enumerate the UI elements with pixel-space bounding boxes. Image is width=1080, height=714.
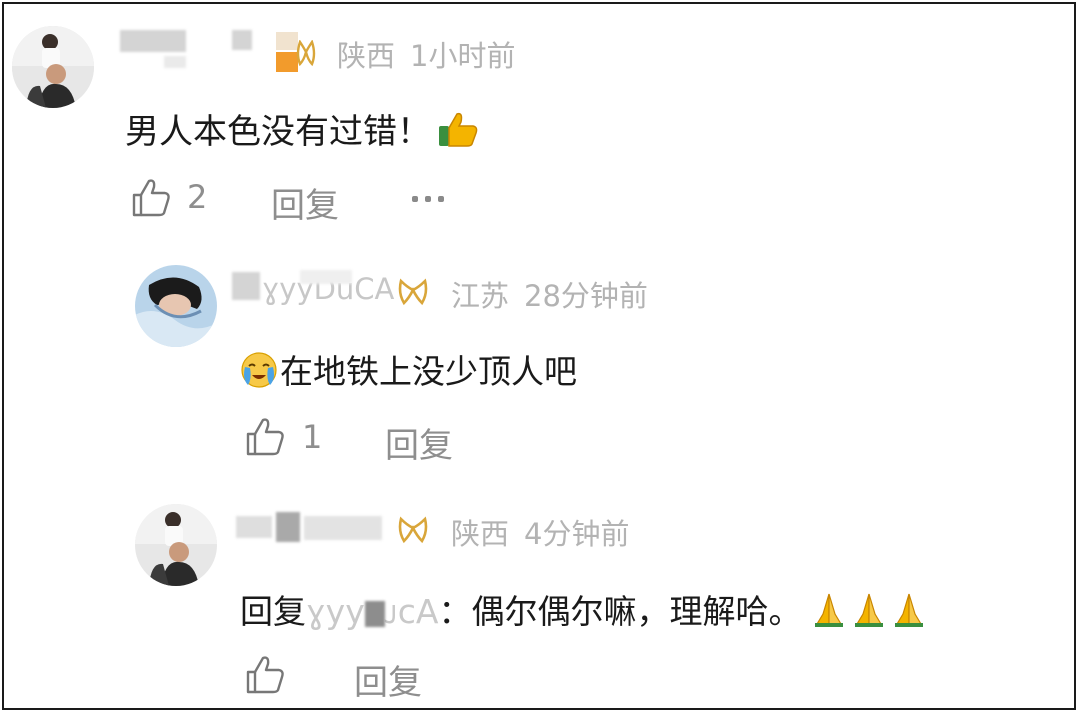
vip-badge-icon (398, 516, 428, 544)
username-blurred (276, 512, 300, 542)
comment-time: 28分钟前 (524, 279, 648, 313)
vip-badge-icon (296, 40, 316, 68)
username-blurred[interactable] (120, 30, 186, 52)
comment-text-body: 男人本色没有过错！ (125, 112, 431, 152)
like-icon[interactable] (244, 654, 286, 696)
username-blurred (300, 270, 352, 284)
like-icon[interactable] (130, 177, 172, 219)
thumbs-up-emoji-icon (437, 110, 479, 157)
reply-prefix: 回复 (240, 592, 306, 631)
avatar[interactable] (135, 265, 217, 347)
reply-button[interactable]: 回复 (271, 178, 339, 227)
like-count: 1 (302, 418, 323, 456)
username-blurred (304, 516, 382, 540)
comment-text-body: ：偶尔偶尔嘛，理解哈。 (438, 592, 802, 631)
folded-hands-emoji-icon (811, 592, 931, 636)
comment-text: 回复ɣyy ᴊcA：偶尔偶尔嘛，理解哈。 (240, 585, 931, 636)
comment-text: 男人本色没有过错！ (125, 104, 479, 157)
username-blurred (232, 272, 260, 300)
vip-badge-icon (398, 278, 428, 306)
reply-target-username-tail: ᴊcA (384, 592, 439, 631)
comment-text-body: 在地铁上没少顶人吧 (280, 352, 577, 391)
user-level-icon (276, 32, 298, 72)
reply-button[interactable]: 回复 (385, 418, 453, 467)
username-blurred (364, 600, 385, 627)
more-dots-icon[interactable] (412, 196, 444, 202)
comment-location: 陕西 (451, 517, 510, 551)
comment-text: 在地铁上没少顶人吧 (240, 345, 577, 397)
reply-target-username[interactable]: ɣyy (306, 592, 365, 631)
comment-location: 陕西 (337, 39, 396, 73)
avatar[interactable] (135, 504, 217, 586)
username-blurred[interactable] (236, 516, 272, 538)
username-blurred (232, 30, 252, 50)
username-blurred (164, 56, 186, 68)
comment-time: 4分钟前 (524, 517, 630, 551)
avatar[interactable] (12, 26, 94, 108)
crying-face-emoji-icon (240, 351, 278, 397)
like-count: 2 (187, 178, 208, 216)
reply-button[interactable]: 回复 (354, 655, 422, 704)
comment-time: 1小时前 (410, 39, 516, 73)
like-icon[interactable] (244, 416, 286, 458)
comment-location: 江苏 (451, 279, 510, 313)
